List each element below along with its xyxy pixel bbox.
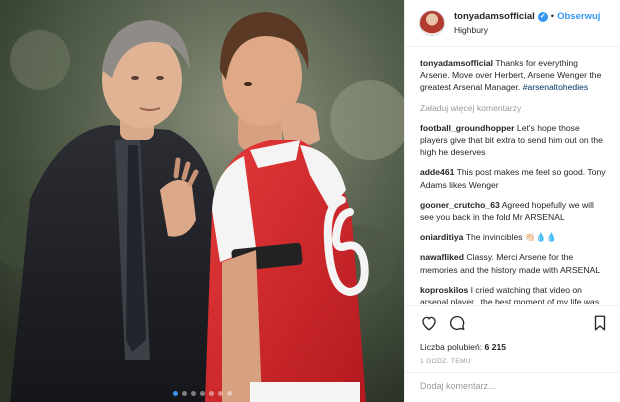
caption: tonyadamsofficial Thanks for everything …	[420, 57, 608, 94]
carousel-dot	[190, 391, 196, 396]
header-username[interactable]: tonyadamsofficial	[454, 11, 535, 23]
carousel-dot	[208, 391, 214, 396]
carousel-dot	[199, 391, 205, 396]
comment-item: koproskilos I cried watching that video …	[420, 284, 608, 304]
comment-item: oniarditiya The invincibles 👏🏻💧💧	[420, 231, 608, 243]
bookmark-icon[interactable]	[592, 314, 608, 337]
comments-list[interactable]: tonyadamsofficial Thanks for everything …	[405, 47, 620, 304]
comment-username[interactable]: oniarditiya	[420, 232, 463, 242]
caption-hashtag[interactable]: #arsenaltohedies	[523, 82, 588, 92]
comment-icon[interactable]	[448, 314, 466, 337]
comment-username[interactable]: koproskilos	[420, 285, 468, 295]
carousel-dot	[172, 391, 178, 396]
comment-item: gooner_crutcho_63 Agreed hopefully we wi…	[420, 199, 608, 223]
caption-username[interactable]: tonyadamsofficial	[420, 58, 493, 68]
post-sidebar: tonyadamsofficial ✓ • Obserwuj Highbury …	[404, 0, 620, 402]
heart-icon[interactable]	[420, 314, 438, 337]
post-timestamp[interactable]: 1 GODZ. TEMU	[420, 358, 608, 365]
post-image	[0, 0, 404, 402]
post-actions: Liczba polubień: 6 215 1 GODZ. TEMU	[405, 305, 620, 365]
likes-number: 6 215	[484, 342, 507, 352]
likes-label: Liczba polubień:	[420, 342, 483, 352]
comment-username[interactable]: football_groundhopper	[420, 123, 515, 133]
separator: •	[550, 10, 555, 22]
location-link[interactable]: Highbury	[454, 25, 600, 36]
follow-button[interactable]: Obserwuj	[557, 11, 600, 23]
comment-username[interactable]: nawafliked	[420, 252, 464, 262]
comment-item: football_groundhopper Let's hope those p…	[420, 122, 608, 159]
comment-username[interactable]: adde461	[420, 167, 454, 177]
comment-text: The invincibles 👏🏻💧💧	[465, 232, 558, 243]
carousel-indicator	[0, 391, 404, 396]
carousel-dot	[181, 391, 187, 396]
comment-username[interactable]: gooner_crutcho_63	[420, 200, 500, 210]
carousel-dot	[226, 391, 232, 396]
carousel-dot	[217, 391, 223, 396]
likes-count[interactable]: Liczba polubień: 6 215	[420, 342, 608, 352]
add-comment-input[interactable]: Dodaj komentarz...	[405, 372, 620, 402]
comment-item: nawafliked Classy. Merci Arsene for the …	[420, 251, 608, 275]
post-header: tonyadamsofficial ✓ • Obserwuj Highbury	[405, 0, 620, 47]
comment-item: adde461 This post makes me feel so good.…	[420, 166, 608, 190]
load-more-comments-button[interactable]: Załaduj więcej komentarzy	[420, 102, 608, 114]
post-photo[interactable]	[0, 0, 404, 402]
verified-badge-icon: ✓	[537, 11, 548, 22]
avatar[interactable]	[419, 10, 445, 36]
